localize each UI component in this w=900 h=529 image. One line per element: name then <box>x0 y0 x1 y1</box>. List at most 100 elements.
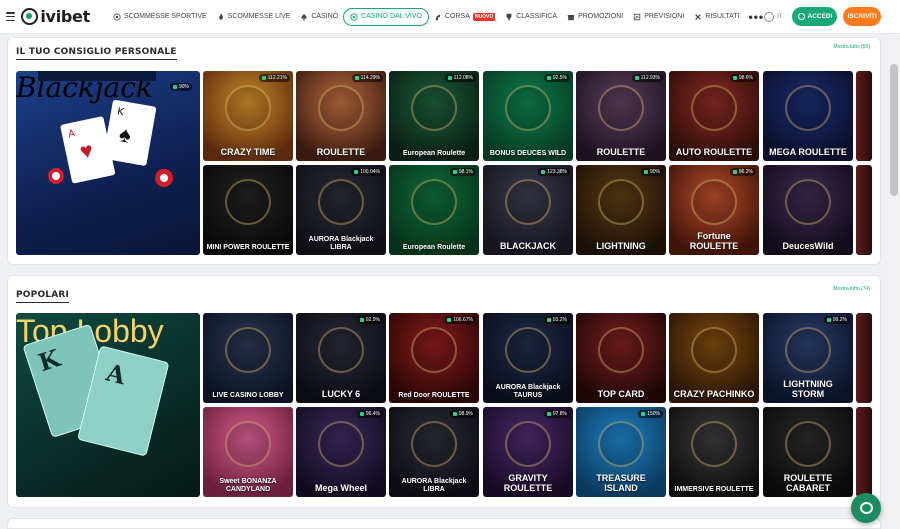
section-personal-recommendations: IL TUO CONSIGLIO PERSONALE Mostra tutto … <box>7 37 881 265</box>
game-artwork <box>225 327 271 373</box>
game-tile-partial[interactable] <box>856 165 872 255</box>
new-badge: NUOVO <box>472 12 496 21</box>
game-tile[interactable]: ROULETTE CABARET <box>763 407 853 497</box>
game-tile[interactable]: AUTO ROULETTE 98.6% <box>669 71 759 161</box>
game-tile-partial[interactable] <box>856 313 872 403</box>
language-selector[interactable]: IT <box>764 11 783 22</box>
game-tile[interactable]: AURORA Blackjack LIBRA 98.9% <box>389 407 479 497</box>
rtp-badge: 96.2% <box>729 168 756 176</box>
game-tile[interactable]: LIGHTNING STORM 99.2% <box>763 313 853 403</box>
logo[interactable]: ivibet <box>21 7 90 26</box>
game-tile[interactable]: LIGHTNING 90% <box>576 165 666 255</box>
nav-live-betting[interactable]: SCOMMESSE LIVE <box>212 8 296 26</box>
game-tile-partial[interactable] <box>856 407 872 497</box>
nav-live-casino[interactable]: CASINÒ DAL VIVO <box>343 7 429 26</box>
nav-label: CLASSIFICA <box>516 13 558 20</box>
nav-racing[interactable]: CORSA NUOVO <box>429 8 500 26</box>
game-tile[interactable]: AURORA Blackjack TAURUS 93.2% <box>483 313 573 403</box>
game-tile[interactable]: European Roulette 98.1% <box>389 165 479 255</box>
section-title: IL TUO CONSIGLIO PERSONALE <box>16 47 177 60</box>
rtp-badge: 100.04% <box>351 168 383 176</box>
spade-icon <box>301 13 307 20</box>
nav-leaderboard[interactable]: CLASSIFICA <box>500 8 562 26</box>
game-tile[interactable]: CRAZY TIME 112.21% <box>203 71 293 161</box>
nav-label: PROMOZIONI <box>578 13 624 20</box>
game-tile[interactable]: AURORA Blackjack LIBRA 100.04% <box>296 165 386 255</box>
live-chat-button[interactable] <box>851 493 881 523</box>
game-title: European Roulette <box>402 243 466 251</box>
gift-icon <box>567 14 575 20</box>
game-title: CRAZY TIME <box>220 146 276 157</box>
nav-promotions[interactable]: PROMOZIONI <box>562 8 628 26</box>
scrollbar-thumb[interactable] <box>890 64 898 196</box>
nav-label: RISULTATI <box>705 13 740 20</box>
page-scrollbar[interactable] <box>888 34 900 529</box>
show-all-link[interactable]: Mostra tutto (50) <box>833 44 870 50</box>
show-all-link[interactable]: Mostra tutto (74) <box>833 286 870 292</box>
game-tile[interactable]: LUCKY 6 92.9% <box>296 313 386 403</box>
game-title: IMMERSIVE ROULETTE <box>674 485 754 493</box>
game-artwork <box>598 179 644 225</box>
game-tile[interactable]: BLACKJACK 123.38% <box>483 165 573 255</box>
register-label: ISCRIVITI <box>847 13 877 20</box>
game-tile[interactable]: ROULETTE 114.29% <box>296 71 386 161</box>
login-button[interactable]: ACCEDI <box>792 7 838 26</box>
game-title: CRAZY PACHINKO <box>673 388 755 399</box>
game-tile[interactable]: LIVE CASINO LOBBY <box>203 313 293 403</box>
rtp-badge: 106.67% <box>444 316 476 324</box>
game-title: Red Door ROULETTE <box>398 391 470 399</box>
game-tile-partial[interactable] <box>856 71 872 161</box>
nav-casino[interactable]: CASINÒ <box>295 8 343 26</box>
game-tile[interactable]: IMMERSIVE ROULETTE <box>669 407 759 497</box>
game-tile[interactable]: ROULETTE 112.93% <box>576 71 666 161</box>
nav-sports-betting[interactable]: SCOMMESSE SPORTIVE <box>108 8 212 26</box>
menu-icon[interactable] <box>6 12 16 21</box>
game-tile[interactable]: BONUS DEUCES WILD 92.5% <box>483 71 573 161</box>
flame-icon <box>218 13 223 20</box>
nav-label: SCOMMESSE SPORTIVE <box>123 13 207 20</box>
rtp-badge: 90% <box>169 83 192 91</box>
game-tile[interactable]: Mega Wheel 96.4% <box>296 407 386 497</box>
language-code: IT <box>777 13 783 20</box>
game-title: Mega Wheel <box>314 482 367 493</box>
game-tile[interactable]: GRAVITY ROULETTE 97.8% <box>483 407 573 497</box>
nav-label: PREVISIONI <box>644 13 685 20</box>
rtp-badge: 114.29% <box>351 74 383 82</box>
game-artwork <box>411 421 457 467</box>
game-artwork <box>318 327 364 373</box>
section-popular: POPOLARI Mostra tutto (74) K A Top Lobby… <box>7 275 881 508</box>
game-tile[interactable]: Sweet BONANZA CANDYLAND <box>203 407 293 497</box>
game-tile-featured[interactable]: K A Top Lobby <box>16 313 200 497</box>
game-tile[interactable]: TREASURE ISLAND 150% <box>576 407 666 497</box>
more-menu-button[interactable]: ••• <box>749 10 765 24</box>
game-artwork <box>505 85 551 131</box>
game-title: LIGHTNING <box>596 240 646 251</box>
game-title: AURORA Blackjack TAURUS <box>495 384 561 399</box>
game-tile[interactable]: Red Door ROULETTE 106.67% <box>389 313 479 403</box>
game-artwork <box>225 85 271 131</box>
game-title: BLACKJACK <box>500 240 556 251</box>
register-button[interactable]: ISCRIVITI <box>843 7 881 26</box>
game-tile[interactable]: MEGA ROULETTE <box>763 71 853 161</box>
game-artwork <box>318 85 364 131</box>
game-tile[interactable]: European Roulette 112.08% <box>389 71 479 161</box>
game-title: TOP CARD <box>597 388 645 399</box>
game-tile[interactable]: CRAZY PACHINKO <box>669 313 759 403</box>
game-title: LUCKY 6 <box>321 388 361 399</box>
nav-results[interactable]: RISULTATI <box>689 8 744 26</box>
game-artwork <box>505 327 551 373</box>
game-title: AURORA Blackjack LIBRA <box>308 236 374 251</box>
game-tile[interactable]: DeucesWild <box>763 165 853 255</box>
game-artwork <box>411 179 457 225</box>
game-artwork <box>225 179 271 225</box>
game-tile[interactable]: MINI POWER ROULETTE <box>203 165 293 255</box>
game-title: MEGA ROULETTE <box>769 146 847 157</box>
game-tile[interactable]: Fortune ROULETTE 96.2% <box>669 165 759 255</box>
game-tile[interactable]: TOP CARD <box>576 313 666 403</box>
game-artwork <box>785 327 831 373</box>
logo-icon <box>21 8 39 25</box>
game-tile-featured[interactable]: A ♥ K ♠ Blackjack 90% <box>16 71 200 255</box>
nav-predictions[interactable]: PREVISIONI <box>628 8 689 26</box>
game-title: ROULETTE <box>596 146 646 157</box>
game-artwork <box>691 179 737 225</box>
